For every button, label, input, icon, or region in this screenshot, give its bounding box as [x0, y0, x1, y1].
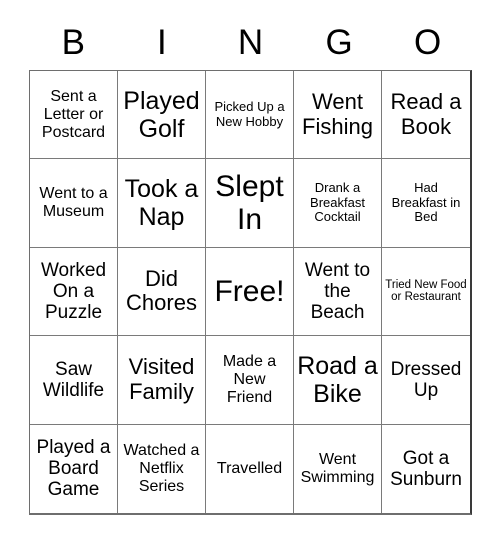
bingo-cell-label: Did Chores [126, 265, 197, 316]
bingo-cell[interactable]: Got a Sunburn [382, 424, 470, 513]
bingo-header-letter-b: B [61, 22, 85, 62]
bingo-cell-label: Got a Sunburn [390, 447, 462, 490]
bingo-cell-label: Drank a Breakfast Cocktail [310, 180, 365, 225]
bingo-cell-label: Played a Board Game [36, 436, 111, 501]
bingo-header-letter-i: I [157, 22, 167, 62]
bingo-cell[interactable]: Visited Family [118, 336, 206, 425]
bingo-cell[interactable]: Tried New Food or Restaurant [382, 247, 470, 337]
bingo-card: B I N G O Sent a Letter or Postcard Playe… [0, 0, 500, 544]
bingo-cell-label: Went to the Beach [304, 259, 371, 324]
bingo-header-letter-n: N [237, 22, 264, 62]
bingo-cell-label: Travelled [216, 459, 283, 477]
bingo-header-letter-g: G [325, 22, 353, 62]
bingo-cell-label: Slept In [215, 169, 284, 237]
bingo-cell-label: Made a New Friend [222, 353, 277, 406]
bingo-cell[interactable]: Sent a Letter or Postcard [30, 71, 118, 160]
bingo-cell-label: Watched a Netflix Series [123, 441, 200, 495]
bingo-cell[interactable]: Did Chores [118, 247, 206, 337]
bingo-cell[interactable]: Worked On a Puzzle [30, 247, 118, 337]
bingo-cell[interactable]: Saw Wildlife [30, 336, 118, 425]
bingo-cell-label: Saw Wildlife [42, 358, 105, 401]
bingo-cell-label: Played Golf [123, 86, 200, 143]
bingo-cell-label: Went Swimming [300, 450, 375, 486]
bingo-cell-label: Tried New Food or Restaurant [385, 278, 467, 304]
bingo-cell[interactable]: Went Swimming [294, 424, 382, 513]
bingo-cell[interactable]: Watched a Netflix Series [118, 424, 206, 513]
bingo-cell[interactable]: Picked Up a New Hobby [206, 71, 294, 160]
bingo-cell[interactable]: Went Fishing [294, 71, 382, 160]
bingo-cell[interactable]: Played Golf [118, 71, 206, 160]
bingo-cell-label: Went Fishing [302, 89, 373, 139]
bingo-cell-label: Sent a Letter or Postcard [41, 87, 106, 141]
bingo-cell[interactable]: Went to the Beach [294, 247, 382, 337]
bingo-cell-label: Road a Bike [297, 351, 378, 408]
bingo-cell-label: Dressed Up [390, 358, 462, 401]
bingo-cell-free-space[interactable]: Free! [206, 247, 294, 337]
bingo-cell-label: Went to a Museum [39, 185, 108, 221]
bingo-cell[interactable]: Went to a Museum [30, 159, 118, 248]
bingo-cell-label: Read a Book [390, 89, 462, 139]
bingo-cell-label: Free! [214, 274, 285, 308]
bingo-cell[interactable]: Made a New Friend [206, 336, 294, 425]
bingo-cell-label: Picked Up a New Hobby [214, 99, 285, 129]
bingo-cell[interactable]: Road a Bike [294, 336, 382, 425]
bingo-cell-label: Had Breakfast in Bed [391, 180, 461, 225]
bingo-cell[interactable]: Took a Nap [118, 159, 206, 248]
bingo-header-letter-o: O [414, 22, 442, 62]
bingo-cell[interactable]: Read a Book [382, 71, 470, 160]
bingo-cell-label: Visited Family [128, 354, 195, 404]
bingo-cell[interactable]: Travelled [206, 424, 294, 513]
bingo-cell[interactable]: Drank a Breakfast Cocktail [294, 159, 382, 248]
bingo-header-row: B I N G O [29, 14, 472, 70]
bingo-cell[interactable]: Played a Board Game [30, 424, 118, 513]
bingo-cell-label: Took a Nap [124, 175, 199, 232]
bingo-cell[interactable]: Had Breakfast in Bed [382, 159, 470, 248]
bingo-cell-label: Worked On a Puzzle [40, 259, 107, 324]
bingo-cell[interactable]: Dressed Up [382, 336, 470, 425]
bingo-grid: Sent a Letter or Postcard Played Golf Pick… [29, 70, 472, 515]
bingo-cell[interactable]: Slept In [206, 159, 294, 248]
